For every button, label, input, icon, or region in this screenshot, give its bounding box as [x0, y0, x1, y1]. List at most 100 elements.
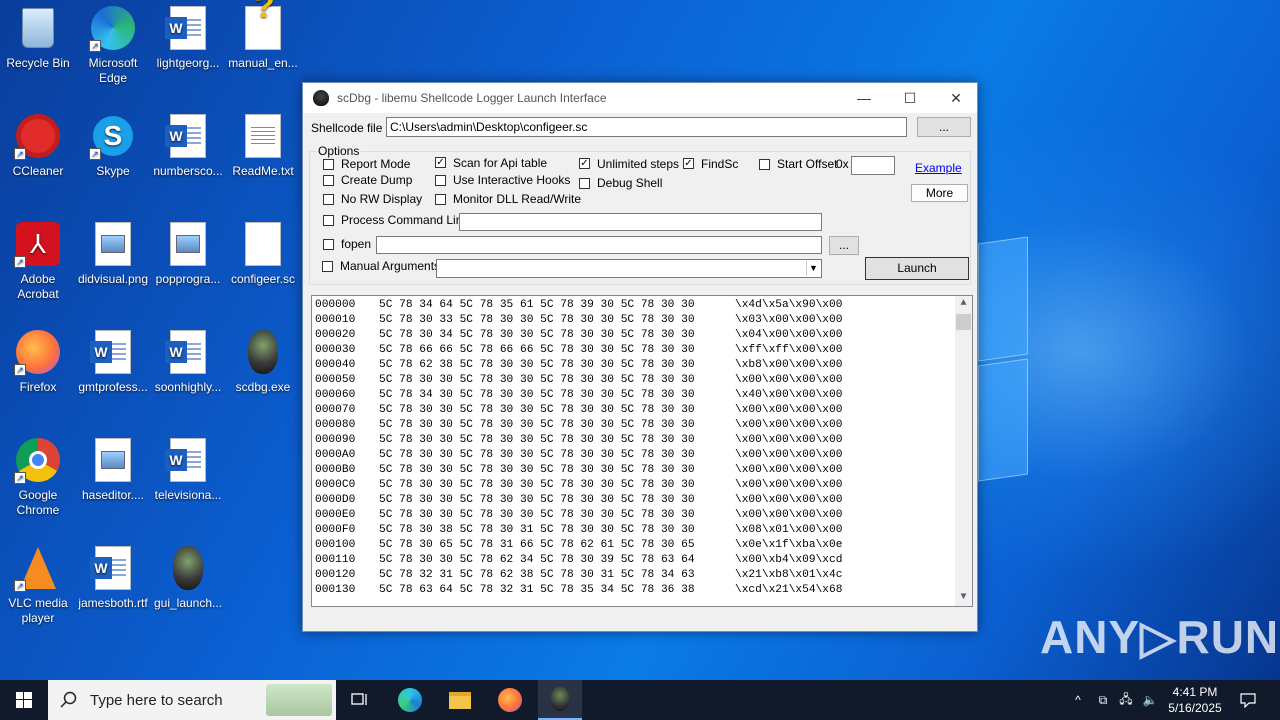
scroll-down-icon[interactable]: ▼ — [955, 590, 972, 606]
desktop-icon[interactable]: ? manual_en... — [225, 0, 301, 71]
hex-ascii: \x04\x00\x00\x00 — [735, 329, 843, 341]
process-cmd-checkbox[interactable] — [323, 215, 334, 226]
shortcut-arrow-icon: ↗ — [14, 256, 26, 268]
interactive-hooks-checkbox[interactable] — [435, 175, 446, 186]
report-mode-checkbox[interactable] — [323, 159, 334, 170]
desktop-icon[interactable]: jamesboth.rtf — [75, 544, 151, 611]
browse-shellcode-button[interactable]: ... — [917, 117, 971, 137]
hex-rows: 000000 5C 78 34 64 5C 78 35 61 5C 78 39 3… — [312, 298, 972, 598]
volume-icon[interactable]: 🔈 — [1140, 680, 1160, 720]
shellcode-file-label: Shellcode file — [311, 121, 383, 135]
desktop-icon[interactable]: scdbg.exe — [225, 328, 301, 395]
desktop-icon[interactable]: popprogra... — [150, 220, 226, 287]
edge-icon: ↗ — [89, 4, 137, 52]
manual-arguments-checkbox[interactable] — [322, 261, 333, 272]
hex-row: 000030 5C 78 66 66 5C 78 66 66 5C 78 30 3… — [312, 343, 972, 358]
notifications-button[interactable] — [1234, 680, 1262, 720]
hex-row: 000000 5C 78 34 64 5C 78 35 61 5C 78 39 3… — [312, 298, 972, 313]
search-box[interactable]: Type here to search — [48, 680, 336, 720]
debug-shell-checkbox[interactable] — [579, 178, 590, 189]
desktop-icon[interactable]: didvisual.png — [75, 220, 151, 287]
desktop-icon[interactable]: ↗ Microsoft Edge — [75, 4, 151, 86]
hex-dump-view[interactable]: 000000 5C 78 34 64 5C 78 35 61 5C 78 39 3… — [311, 295, 973, 607]
network-tray-icon[interactable]: ⧉ — [1094, 680, 1112, 720]
debug-shell-label: Debug Shell — [597, 176, 663, 190]
start-offset-label: Start Offset — [777, 157, 838, 171]
ccleaner-icon: ↗ — [14, 112, 62, 160]
desktop-icon-label: soonhighly... — [154, 380, 222, 394]
desktop-icon[interactable]: ⅄ ↗ Adobe Acrobat — [0, 220, 76, 302]
desktop-icon[interactable]: S ↗ Skype — [75, 112, 151, 179]
taskbar-firefox[interactable] — [490, 680, 530, 720]
taskbar-file-explorer[interactable] — [440, 680, 480, 720]
desktop-icon[interactable]: ↗ Firefox — [0, 328, 76, 395]
vertical-scrollbar[interactable]: ▲ ▼ — [955, 296, 972, 606]
ethernet-icon[interactable]: 🖧 — [1116, 680, 1136, 720]
desktop-icon[interactable]: Recycle Bin — [0, 4, 76, 71]
windows-logo-pane — [978, 236, 1028, 362]
hex-ascii: \x00\x00\x00\x00 — [735, 419, 843, 431]
offset-prefix-label: 0x — [836, 157, 849, 171]
hex-offset: 000000 — [315, 299, 356, 311]
hex-offset: 000030 — [315, 344, 356, 356]
shortcut-arrow-icon: ↗ — [89, 40, 101, 52]
create-dump-checkbox[interactable] — [323, 175, 334, 186]
hex-bytes: 5C 78 30 65 5C 78 31 66 5C 78 62 61 5C 7… — [379, 539, 695, 551]
launch-button[interactable]: Launch — [865, 257, 969, 280]
taskbar-scdbg[interactable] — [538, 680, 582, 720]
hex-offset: 000100 — [315, 539, 356, 551]
shellcode-file-input[interactable]: C:\Users\admin\Desktop\configeer.sc — [386, 117, 907, 137]
close-button[interactable]: ✕ — [933, 83, 979, 113]
desktop-icon[interactable]: configeer.sc — [225, 220, 301, 287]
fopen-browse-button[interactable]: ... — [829, 236, 859, 255]
start-button[interactable] — [0, 680, 48, 720]
hex-bytes: 5C 78 30 34 5C 78 30 30 5C 78 30 30 5C 7… — [379, 329, 695, 341]
task-view-button[interactable] — [340, 680, 380, 720]
desktop-icon[interactable]: ReadMe.txt — [225, 112, 301, 179]
start-offset-checkbox[interactable] — [759, 159, 770, 170]
desktop-icon[interactable]: televisiona... — [150, 436, 226, 503]
maximize-button[interactable]: ☐ — [887, 83, 933, 113]
hex-row: 000080 5C 78 30 30 5C 78 30 30 5C 78 30 3… — [312, 418, 972, 433]
desktop-icon[interactable]: ↗ CCleaner — [0, 112, 76, 179]
desktop-icon[interactable]: haseditor.... — [75, 436, 151, 503]
minimize-button[interactable]: — — [841, 83, 887, 113]
hex-row: 0000B0 5C 78 30 30 5C 78 30 30 5C 78 30 3… — [312, 463, 972, 478]
scan-api-checkbox[interactable]: ✓ — [435, 157, 446, 168]
chevron-down-icon[interactable]: ▼ — [806, 261, 820, 276]
unlimited-steps-checkbox[interactable]: ✓ — [579, 158, 590, 169]
desktop-icon[interactable]: gui_launch... — [150, 544, 226, 611]
fopen-input[interactable] — [376, 236, 822, 254]
desktop-icon[interactable]: ↗ VLC media player — [0, 544, 76, 626]
monitor-dll-checkbox[interactable] — [435, 194, 446, 205]
arguments-dropdown[interactable] — [436, 259, 822, 278]
desktop-icon[interactable]: lightgeorg... — [150, 4, 226, 71]
scroll-thumb[interactable] — [956, 314, 971, 330]
more-button[interactable]: More — [911, 184, 968, 202]
start-offset-input[interactable] — [851, 156, 895, 175]
findsc-checkbox[interactable]: ✓ — [683, 158, 694, 169]
example-link[interactable]: Example — [915, 161, 962, 175]
blank-file-icon — [239, 220, 287, 268]
hex-row: 000020 5C 78 30 34 5C 78 30 30 5C 78 30 3… — [312, 328, 972, 343]
no-rw-display-checkbox[interactable] — [323, 194, 334, 205]
desktop-icon[interactable]: gmtprofess... — [75, 328, 151, 395]
taskbar-edge[interactable] — [390, 680, 430, 720]
show-hidden-icons-icon[interactable]: ^ — [1068, 680, 1088, 720]
image-file-icon — [164, 220, 212, 268]
hex-offset: 000090 — [315, 434, 356, 446]
report-mode-label: Report Mode — [341, 157, 411, 171]
desktop-icon[interactable]: numbersco... — [150, 112, 226, 179]
fopen-checkbox[interactable] — [323, 239, 334, 250]
hex-ascii: \x00\x00\x00\x00 — [735, 404, 843, 416]
desktop-icon[interactable]: ↗ Google Chrome — [0, 436, 76, 518]
process-cmd-input[interactable] — [459, 213, 822, 231]
desktop-icon[interactable]: soonhighly... — [150, 328, 226, 395]
clock[interactable]: 4:41 PM 5/16/2025 — [1164, 684, 1226, 716]
windows-icon — [16, 692, 32, 708]
desktop-icon-label: VLC media player — [8, 596, 68, 625]
scroll-up-icon[interactable]: ▲ — [955, 296, 972, 312]
title-bar[interactable]: scDbg - libemu Shellcode Logger Launch I… — [303, 83, 977, 113]
hex-row: 0000D0 5C 78 30 30 5C 78 30 30 5C 78 30 3… — [312, 493, 972, 508]
hex-row: 000130 5C 78 63 64 5C 78 32 31 5C 78 35 3… — [312, 583, 972, 598]
